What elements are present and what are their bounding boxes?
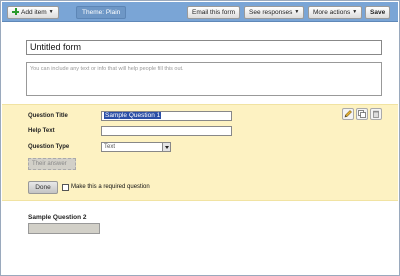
chevron-down-icon: ▼ [352, 9, 358, 15]
more-actions-label: More actions [313, 9, 351, 16]
delete-question-button[interactable] [370, 108, 382, 120]
question-type-select[interactable]: Text [101, 142, 171, 152]
question-title-value: Sample Question 1 [104, 112, 162, 119]
form-title-field[interactable]: Untitled form [26, 40, 382, 55]
dropdown-arrow-icon [162, 143, 170, 151]
see-responses-label: See responses [249, 9, 293, 16]
edit-question-button[interactable] [342, 108, 354, 120]
form-editor-window: Add item ▼ Theme: Plain Email this form S… [0, 0, 400, 276]
email-form-label: Email this form [192, 9, 235, 16]
help-text-label: Help Text [28, 128, 55, 134]
theme-button[interactable]: Theme: Plain [76, 6, 127, 19]
answer-preview-field: Their answer [28, 158, 76, 170]
add-item-label: Add item [21, 9, 47, 16]
question-2-answer-field [28, 223, 100, 234]
done-button[interactable]: Done [28, 181, 58, 194]
pencil-icon [344, 110, 352, 118]
form-description-field[interactable]: You can include any text or info that wi… [26, 62, 382, 96]
required-checkbox-label[interactable]: Make this a required question [71, 184, 150, 190]
duplicate-icon [358, 110, 366, 118]
help-text-field[interactable] [101, 126, 232, 136]
chevron-down-icon: ▼ [294, 9, 300, 15]
theme-label: Theme: Plain [82, 9, 121, 16]
save-button[interactable]: Save [365, 6, 391, 19]
email-form-button[interactable]: Email this form [187, 6, 240, 19]
question-title-field[interactable]: Sample Question 1 [101, 111, 232, 121]
question-type-label: Question Type [28, 144, 70, 150]
duplicate-question-button[interactable] [356, 108, 368, 120]
toolbar: Add item ▼ Theme: Plain Email this form S… [2, 2, 398, 22]
trash-icon [373, 110, 379, 118]
question-2-title[interactable]: Sample Question 2 [28, 214, 87, 221]
required-checkbox[interactable] [62, 184, 69, 191]
add-item-button[interactable]: Add item ▼ [7, 6, 59, 19]
save-label: Save [370, 9, 386, 16]
more-actions-button[interactable]: More actions ▼ [308, 6, 363, 19]
chevron-down-icon: ▼ [48, 9, 54, 15]
see-responses-button[interactable]: See responses ▼ [244, 6, 305, 19]
plus-icon [12, 8, 19, 15]
question-type-value: Text [104, 144, 116, 150]
question-title-label: Question Title [28, 113, 68, 119]
